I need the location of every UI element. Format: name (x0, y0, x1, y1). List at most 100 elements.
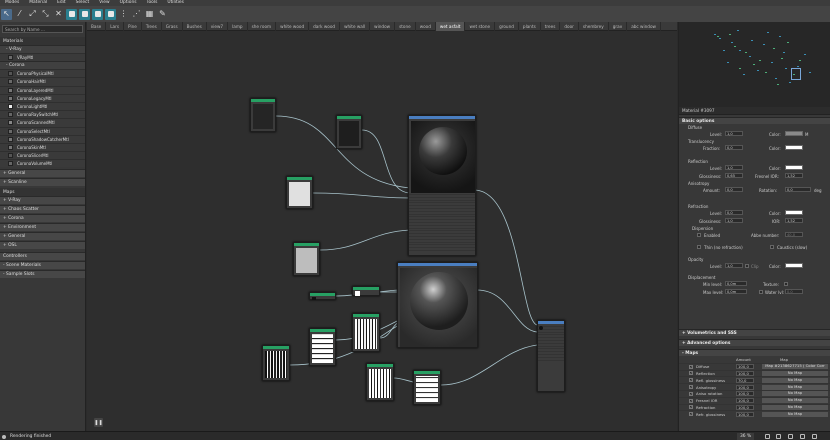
volumetrics-rollout[interactable]: + Volumetrics and SSS (679, 329, 830, 336)
zoom-icon[interactable] (765, 434, 770, 439)
materials-header[interactable]: Materials (0, 37, 85, 45)
layout-children-icon[interactable]: ⋰ (131, 9, 142, 20)
tab-pine[interactable]: Pine (124, 21, 142, 31)
reflection-color-swatch[interactable] (785, 165, 803, 170)
navigator-panel[interactable] (678, 22, 830, 107)
map-amount-spinner[interactable]: 100,0 (736, 398, 754, 404)
bitmap-node-5[interactable] (413, 370, 441, 405)
map-slot-button[interactable]: Map #2138627715 ( Color Corr (762, 363, 828, 370)
texture-checkbox[interactable] (784, 282, 788, 286)
tab-she-room[interactable]: she room (248, 21, 277, 31)
color-node-black[interactable] (336, 115, 362, 149)
opacity-color-swatch[interactable] (785, 263, 803, 268)
map-enable-checkbox[interactable]: ✓ (689, 391, 693, 396)
map-slot-button[interactable]: No Map (762, 397, 828, 404)
list-item[interactable]: CoronaLightMtl (0, 101, 85, 111)
frame-all-icon[interactable] (800, 434, 805, 439)
layout-all-icon[interactable]: ⋮ (118, 9, 129, 20)
general-group[interactable]: + General (0, 169, 85, 178)
maps-group[interactable]: + V-Ray (0, 196, 85, 205)
map-enable-checkbox[interactable]: ✓ (689, 398, 693, 403)
tab-white-wall[interactable]: white wall (340, 21, 371, 31)
map-slot-button[interactable]: No Map (762, 411, 828, 417)
refraction-color-swatch[interactable] (785, 210, 803, 215)
tab-stone[interactable]: stone (395, 21, 416, 31)
tab-lars[interactable]: Lars (106, 21, 125, 31)
bitmap-node-2[interactable] (309, 328, 336, 366)
list-item[interactable]: CoronaScannedMtl (0, 118, 85, 127)
dispersion-enabled-checkbox[interactable] (697, 233, 701, 237)
zoom-level[interactable]: 36 % (737, 433, 755, 440)
bitmap-node-4[interactable] (366, 363, 394, 401)
refraction-level-spinner[interactable]: 0,0 (725, 210, 743, 215)
basic-options-rollout[interactable]: Basic options (679, 117, 830, 124)
fresnel-ior-spinner[interactable]: 1,52 (785, 173, 803, 178)
translucency-color-swatch[interactable] (785, 145, 803, 150)
abbe-number-spinner[interactable]: 40,0 (785, 232, 803, 237)
color-node-dark[interactable] (250, 98, 276, 132)
water-level-spinner[interactable]: 0,0 (785, 289, 803, 294)
navigator-viewport-frame[interactable] (791, 68, 801, 80)
map-slot-button[interactable]: No Map (762, 391, 828, 397)
tab-base[interactable]: Base (87, 21, 107, 31)
map-amount-spinner[interactable]: 100,0 (736, 411, 754, 417)
tab-wood[interactable]: wood (416, 21, 436, 31)
map-amount-spinner[interactable]: 100,0 (736, 364, 754, 370)
ior-spinner[interactable]: 1,52 (785, 218, 803, 223)
list-item[interactable]: CoronaLegacyMtl (0, 93, 85, 102)
maps-header[interactable]: Maps (0, 188, 85, 197)
map-enable-checkbox[interactable]: ✓ (689, 378, 693, 383)
corona-material-node-bottom[interactable] (397, 262, 478, 348)
map-enable-checkbox[interactable]: ✓ (689, 405, 693, 410)
sample-slots-group[interactable]: - Sample Slots (0, 270, 85, 279)
max-level-spinner[interactable]: 0,0m (725, 289, 747, 294)
list-item[interactable]: CoronaSelectMtl (0, 126, 85, 135)
map-enable-checkbox[interactable]: ✓ (689, 385, 693, 390)
map-enable-checkbox[interactable]: ✓ (689, 364, 693, 369)
refraction-glossiness-spinner[interactable]: 1,0 (725, 218, 743, 223)
list-item[interactable]: CoronaLayeredMtl (0, 85, 85, 94)
tab-window[interactable]: window (370, 21, 396, 31)
translucency-fraction-spinner[interactable]: 0,0 (725, 145, 743, 150)
map-amount-spinner[interactable]: 100,0 (736, 384, 754, 390)
map-slot-button[interactable]: No Map (762, 384, 828, 390)
color-node-white[interactable] (286, 176, 313, 209)
diffuse-color-swatch[interactable] (785, 131, 803, 136)
move-children-icon[interactable] (66, 8, 77, 20)
tab-white-wood[interactable]: white wood (276, 21, 310, 31)
scene-materials-group[interactable]: - Scene Materials (0, 261, 85, 270)
map-slot-button[interactable]: No Map (762, 377, 828, 383)
reflection-glossiness-spinner[interactable]: 0,65 (725, 173, 743, 178)
show-end-result-icon[interactable] (105, 8, 116, 20)
tab-lamp[interactable]: lamp (228, 21, 248, 31)
map-amount-spinner[interactable]: 100,0 (736, 391, 754, 397)
list-item[interactable]: CoronaHairMtl (0, 77, 85, 86)
maps-rollout[interactable]: - Maps (679, 349, 830, 356)
put-to-scene-icon[interactable]: ⤢ (27, 9, 38, 20)
list-item[interactable]: CoronaSkinMtl (0, 142, 85, 152)
list-item[interactable]: CoronaSlicerMtl (0, 151, 85, 160)
water-level-checkbox[interactable] (759, 290, 763, 294)
maps-group[interactable]: + Environment (0, 223, 85, 232)
material-map-navigator-icon[interactable]: ▦ (144, 9, 155, 20)
tab-wet-stone[interactable]: wet stone (465, 21, 496, 31)
list-item[interactable]: CoronaRaySwitchMtl (0, 110, 85, 119)
small-map-node-a[interactable] (309, 292, 336, 300)
tab-grass[interactable]: Grass (162, 21, 183, 31)
map-slot-button[interactable]: No Map (762, 404, 828, 410)
reflection-level-spinner[interactable]: 1,0 (725, 165, 743, 170)
opacity-level-spinner[interactable]: 1,0 (725, 263, 743, 268)
min-level-spinner[interactable]: 0,0m (725, 281, 747, 286)
tab-door[interactable]: door (560, 21, 579, 31)
thin-checkbox[interactable] (697, 245, 701, 249)
tab-abc-window[interactable]: abc window (627, 21, 661, 31)
bitmap-node-3[interactable] (262, 345, 290, 381)
pan-icon[interactable] (776, 434, 781, 439)
tab-bushes[interactable]: Bushes (183, 21, 207, 31)
caustics-checkbox[interactable] (770, 245, 774, 249)
tab-view7[interactable]: view7 (207, 21, 229, 31)
search-input[interactable]: Search by Name ... (2, 25, 83, 33)
anisotropy-amount-spinner[interactable]: 0,0 (725, 187, 743, 192)
map-slot-button[interactable]: No Map (762, 370, 828, 376)
diffuse-map-button[interactable]: M (805, 132, 808, 137)
